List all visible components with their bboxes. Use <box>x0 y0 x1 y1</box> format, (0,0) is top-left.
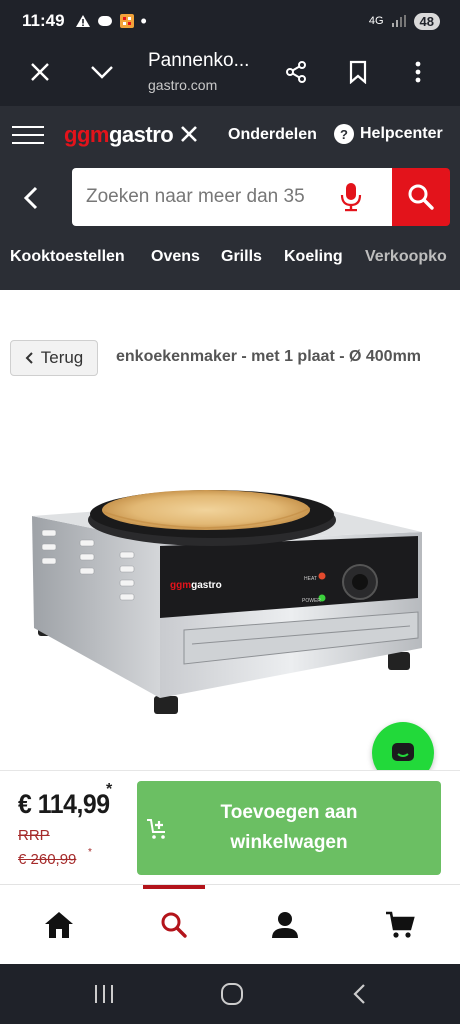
warning-icon <box>75 15 90 27</box>
home-system-button[interactable] <box>218 982 246 1006</box>
back-arrow-icon <box>353 984 365 1004</box>
account-icon <box>272 912 298 938</box>
browser-toolbar: Pannenko... gastro.com <box>0 42 460 106</box>
price-footnote-marker: * <box>106 781 113 798</box>
close-icon <box>31 63 49 81</box>
page-url[interactable]: gastro.com <box>148 77 217 93</box>
help-icon: ? <box>334 124 354 144</box>
nav-parts-link[interactable]: Onderdelen <box>228 126 317 144</box>
site-header: ggmgastro Onderdelen ? Helpcenter Kookto… <box>0 106 460 290</box>
site-logo[interactable]: ggmgastro <box>64 122 199 148</box>
category-koeling[interactable]: Koeling <box>284 248 343 266</box>
help-center-label: Helpcenter <box>360 125 443 142</box>
recent-apps-button[interactable] <box>90 982 118 1006</box>
foot-center-front <box>154 696 178 714</box>
category-grills[interactable]: Grills <box>221 248 262 266</box>
help-center-link[interactable]: ? Helpcenter <box>334 124 443 144</box>
more-vertical-icon <box>415 61 421 83</box>
status-time: 11:49 <box>22 11 65 30</box>
category-verkoopkoeling[interactable]: Verkoopko <box>365 248 447 266</box>
app-notification-icon <box>97 16 112 26</box>
share-button[interactable] <box>280 56 312 88</box>
active-tab-indicator <box>143 885 205 889</box>
home-icon <box>45 912 73 938</box>
crepe <box>102 490 310 530</box>
rrp-label: RRP <box>18 827 50 844</box>
search-icon <box>161 912 187 938</box>
search-icon <box>408 184 434 210</box>
cart-plus-icon <box>147 819 165 839</box>
status-right: 4G 48 <box>368 12 440 30</box>
back-system-button[interactable] <box>346 982 374 1006</box>
hamburger-menu-button[interactable] <box>12 120 44 150</box>
price-bar: € 114,99 * RRP € 260,99 * Toevoegen aan … <box>0 770 460 884</box>
chat-icon <box>392 743 414 761</box>
product-brand-logo: ggmgastro <box>170 580 222 591</box>
cart-icon <box>386 911 415 938</box>
rrp-footnote-marker: * <box>88 847 92 858</box>
bookmark-icon <box>349 60 367 84</box>
page-title: Pannenko... <box>148 50 250 71</box>
knob-center <box>352 574 368 590</box>
product-image[interactable]: ggmgastro HEAT POWER <box>24 468 436 718</box>
share-icon <box>286 61 306 83</box>
recent-apps-icon <box>95 985 113 1003</box>
logo-ggm: ggm <box>64 122 109 147</box>
app-grid-icon <box>119 14 134 28</box>
bookmark-button[interactable] <box>342 56 374 88</box>
nav-cart-button[interactable] <box>380 905 420 945</box>
menu-button[interactable] <box>402 56 434 88</box>
nav-search-button[interactable] <box>154 905 194 945</box>
add-to-cart-label: Toevoegen aan winkelwagen <box>220 802 358 853</box>
nav-account-button[interactable] <box>265 905 305 945</box>
logo-gastro: gastro <box>108 122 174 147</box>
breadcrumb: enkoekenmaker - met 1 plaat - Ø 400mm <box>116 348 422 365</box>
voice-search-button[interactable] <box>337 182 365 212</box>
network-label: 4G <box>368 15 384 27</box>
search-box <box>72 168 392 226</box>
back-button[interactable]: Terug <box>10 340 98 376</box>
back-button-header[interactable] <box>18 184 46 212</box>
system-navigation-bar <box>0 964 460 1024</box>
power-label: POWER <box>302 598 321 604</box>
foot-right <box>388 652 410 670</box>
chevron-left-icon <box>23 186 38 210</box>
status-bar: 11:49 • 4G 48 <box>0 0 460 42</box>
nav-home-button[interactable] <box>39 905 79 945</box>
body-left-side <box>32 516 160 698</box>
bottom-nav <box>0 884 460 964</box>
notification-icons: • <box>75 11 147 32</box>
product-price: € 114,99 <box>18 789 110 819</box>
signal-icon <box>391 15 406 27</box>
rrp-value: € 260,99 <box>18 851 77 868</box>
category-ovens[interactable]: Ovens <box>151 248 200 266</box>
more-notifications-dot: • <box>140 10 147 31</box>
battery-indicator: 48 <box>413 12 440 30</box>
category-nav: Kooktoestellen Ovens Grills Koeling Verk… <box>0 244 460 284</box>
collapse-button[interactable] <box>86 56 118 88</box>
chevron-left-icon <box>25 352 33 364</box>
home-circle-icon <box>221 983 243 1005</box>
back-label: Terug <box>40 348 84 367</box>
heat-indicator-light <box>318 572 326 580</box>
heat-label: HEAT <box>304 576 317 582</box>
search-input[interactable] <box>72 168 330 226</box>
add-to-cart-button[interactable]: Toevoegen aan winkelwagen <box>137 781 441 875</box>
chevron-down-icon <box>91 66 113 79</box>
category-kooktoestellen[interactable]: Kooktoestellen <box>10 248 125 266</box>
search-submit-button[interactable] <box>392 168 450 226</box>
logo-utensils-icon <box>180 126 197 142</box>
close-tab-button[interactable] <box>24 56 56 88</box>
microphone-icon <box>340 183 362 212</box>
